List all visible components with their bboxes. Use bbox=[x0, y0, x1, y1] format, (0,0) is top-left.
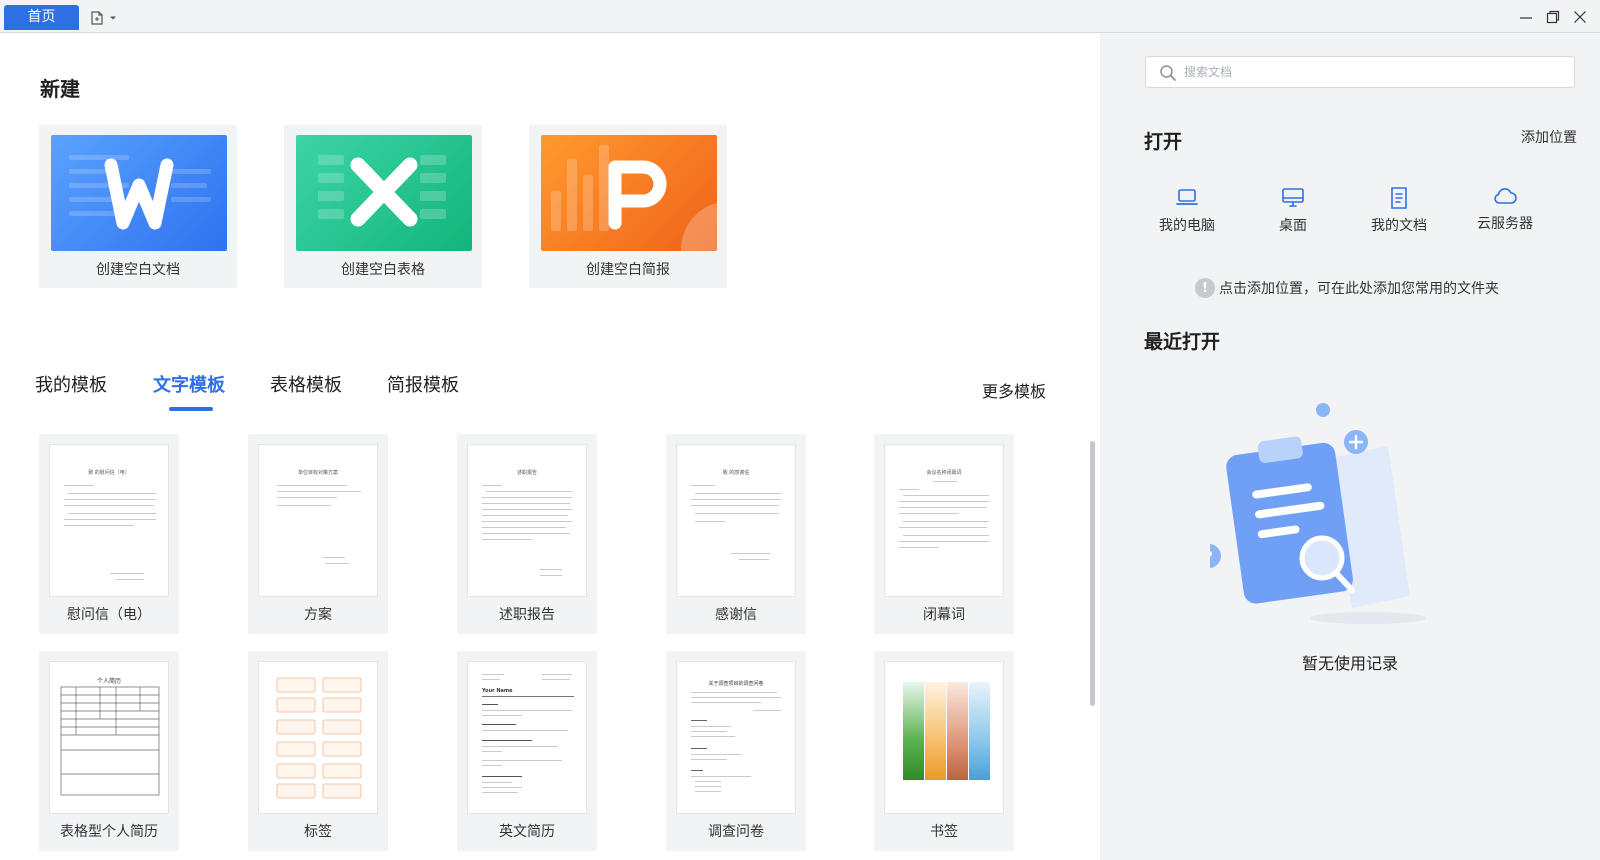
template-thumbnail-title: 个人简历 bbox=[96, 678, 121, 685]
recent-section-title: 最近打开 bbox=[1144, 331, 1221, 353]
template-card[interactable]: 标签 bbox=[248, 651, 388, 851]
sidebar: 打开 添加位置 我的电脑 桌面 我的文档 云服务器 ! 点击添加位置，可在此处添… bbox=[1100, 33, 1600, 860]
location-my-documents[interactable]: 我的文档 bbox=[1354, 185, 1444, 235]
tab-home[interactable]: 首页 bbox=[4, 5, 79, 30]
create-blank-presentation-label: 创建空白简报 bbox=[586, 262, 670, 278]
template-card[interactable]: 致 的慰问信（电） 慰问信（电） bbox=[39, 434, 179, 634]
info-icon: ! bbox=[1195, 278, 1215, 298]
template-card[interactable]: 会议名称闭幕词 闭幕词 bbox=[874, 434, 1014, 634]
search-input[interactable] bbox=[1184, 57, 1564, 87]
template-tabs: 我的模板 文字模板 表格模板 简报模板 bbox=[0, 371, 1100, 411]
desktop-icon bbox=[1282, 188, 1304, 207]
template-name: 方案 bbox=[304, 607, 332, 623]
minimize-icon bbox=[1520, 17, 1532, 19]
template-card[interactable]: 述职报告 述职报告 bbox=[457, 434, 597, 634]
create-blank-document-label: 创建空白文档 bbox=[96, 262, 180, 278]
template-name: 标签 bbox=[304, 824, 332, 840]
location-label: 我的文档 bbox=[1371, 218, 1427, 234]
create-blank-spreadsheet-card[interactable]: 创建空白表格 bbox=[284, 125, 482, 288]
cloud-icon bbox=[1494, 188, 1517, 204]
template-thumbnail bbox=[884, 661, 1004, 814]
location-desktop[interactable]: 桌面 bbox=[1248, 185, 1338, 235]
template-thumbnail: 述职报告 bbox=[467, 444, 587, 597]
document-icon bbox=[1391, 187, 1407, 209]
new-document-icon bbox=[91, 10, 103, 25]
chevron-down-icon bbox=[110, 16, 116, 19]
template-card[interactable]: 致 的感谢信 感谢信 bbox=[666, 434, 806, 634]
template-card[interactable]: 个人简历 表格型个人简历 bbox=[39, 651, 179, 851]
minimize-button[interactable] bbox=[1515, 6, 1537, 28]
template-thumbnail: 致 的感谢信 bbox=[676, 444, 796, 597]
empty-clipboard-illustration: ? bbox=[1210, 403, 1426, 624]
template-thumbnail: 单位目标对策方案 bbox=[258, 444, 378, 597]
template-scrollbar[interactable] bbox=[1090, 441, 1095, 706]
template-thumbnail: 个人简历 bbox=[49, 661, 169, 814]
location-cloud-server[interactable]: 云服务器 bbox=[1460, 183, 1550, 233]
template-thumbnail-title: 致 的慰问信（电） bbox=[88, 470, 130, 476]
template-thumbnail: 会议名称闭幕词 bbox=[884, 444, 1004, 597]
add-location-hint: ! 点击添加位置，可在此处添加您常用的文件夹 bbox=[1195, 278, 1499, 298]
template-thumbnail-title: 关于调查项目的调查问卷 bbox=[708, 681, 764, 687]
new-section-title: 新建 bbox=[40, 77, 80, 101]
create-blank-presentation-card[interactable]: 创建空白简报 bbox=[529, 125, 727, 288]
template-thumbnail-title: 会议名称闭幕词 bbox=[926, 470, 962, 476]
empty-recent-text: 暂无使用记录 bbox=[1301, 654, 1398, 673]
template-thumbnail-title: 单位目标对策方案 bbox=[297, 470, 338, 476]
main-panel: 新建 创建空白文档 创建空白表格 创建空白简报 我的模板 文字模板 表格模板 简… bbox=[0, 33, 1100, 860]
tab-presentation-templates[interactable]: 简报模板 bbox=[387, 371, 459, 397]
template-name: 述职报告 bbox=[499, 607, 555, 623]
tab-spreadsheet-templates[interactable]: 表格模板 bbox=[270, 371, 342, 397]
active-tab-indicator bbox=[169, 407, 213, 411]
template-card[interactable]: 书签 bbox=[874, 651, 1014, 851]
tab-text-templates[interactable]: 文字模板 bbox=[153, 371, 225, 397]
location-label: 桌面 bbox=[1279, 218, 1307, 234]
template-name: 英文简历 bbox=[499, 824, 555, 840]
template-name: 表格型个人简历 bbox=[60, 824, 158, 840]
template-thumbnail-title: 述职报告 bbox=[516, 470, 537, 476]
search-box[interactable] bbox=[1145, 56, 1575, 88]
more-templates-link[interactable]: 更多模板 bbox=[982, 378, 1046, 402]
template-name: 慰问信（电） bbox=[67, 607, 151, 623]
location-label: 云服务器 bbox=[1477, 216, 1533, 232]
template-thumbnail: 致 的慰问信（电） bbox=[49, 444, 169, 597]
template-thumbnail: Your Name bbox=[467, 661, 587, 814]
template-thumbnail-title: 致 的感谢信 bbox=[722, 470, 750, 476]
restore-icon bbox=[1546, 10, 1560, 24]
location-my-computer[interactable]: 我的电脑 bbox=[1142, 185, 1232, 235]
title-bar: 首页 bbox=[0, 0, 1600, 33]
svg-text:?: ? bbox=[1210, 550, 1213, 565]
presentation-icon bbox=[541, 135, 717, 251]
location-label: 我的电脑 bbox=[1159, 218, 1215, 234]
template-name: 闭幕词 bbox=[923, 607, 965, 623]
template-card[interactable]: 关于调查项目的调查问卷 调查问卷 bbox=[666, 651, 806, 851]
new-tab-button[interactable] bbox=[84, 5, 122, 30]
create-blank-document-card[interactable]: 创建空白文档 bbox=[39, 125, 237, 288]
template-thumbnail bbox=[258, 661, 378, 814]
template-thumbnail: 关于调查项目的调查问卷 bbox=[676, 661, 796, 814]
writer-icon bbox=[51, 135, 227, 251]
create-blank-spreadsheet-label: 创建空白表格 bbox=[341, 262, 425, 278]
close-button[interactable] bbox=[1569, 6, 1591, 28]
template-thumbnail-title: Your Name bbox=[482, 688, 513, 694]
tab-my-templates[interactable]: 我的模板 bbox=[35, 371, 107, 397]
template-name: 调查问卷 bbox=[708, 824, 764, 840]
template-card[interactable]: Your Name 英文简历 bbox=[457, 651, 597, 851]
template-card[interactable]: 单位目标对策方案 方案 bbox=[248, 434, 388, 634]
spreadsheet-icon bbox=[296, 135, 472, 251]
add-location-link[interactable]: 添加位置 bbox=[1521, 127, 1577, 147]
restore-button[interactable] bbox=[1542, 6, 1564, 28]
laptop-icon bbox=[1176, 189, 1198, 205]
open-section-title: 打开 bbox=[1144, 131, 1183, 153]
search-icon bbox=[1160, 65, 1176, 81]
template-name: 感谢信 bbox=[715, 607, 757, 623]
template-name: 书签 bbox=[930, 824, 958, 840]
close-icon bbox=[1574, 11, 1586, 23]
hint-text: 点击添加位置，可在此处添加您常用的文件夹 bbox=[1219, 281, 1499, 297]
